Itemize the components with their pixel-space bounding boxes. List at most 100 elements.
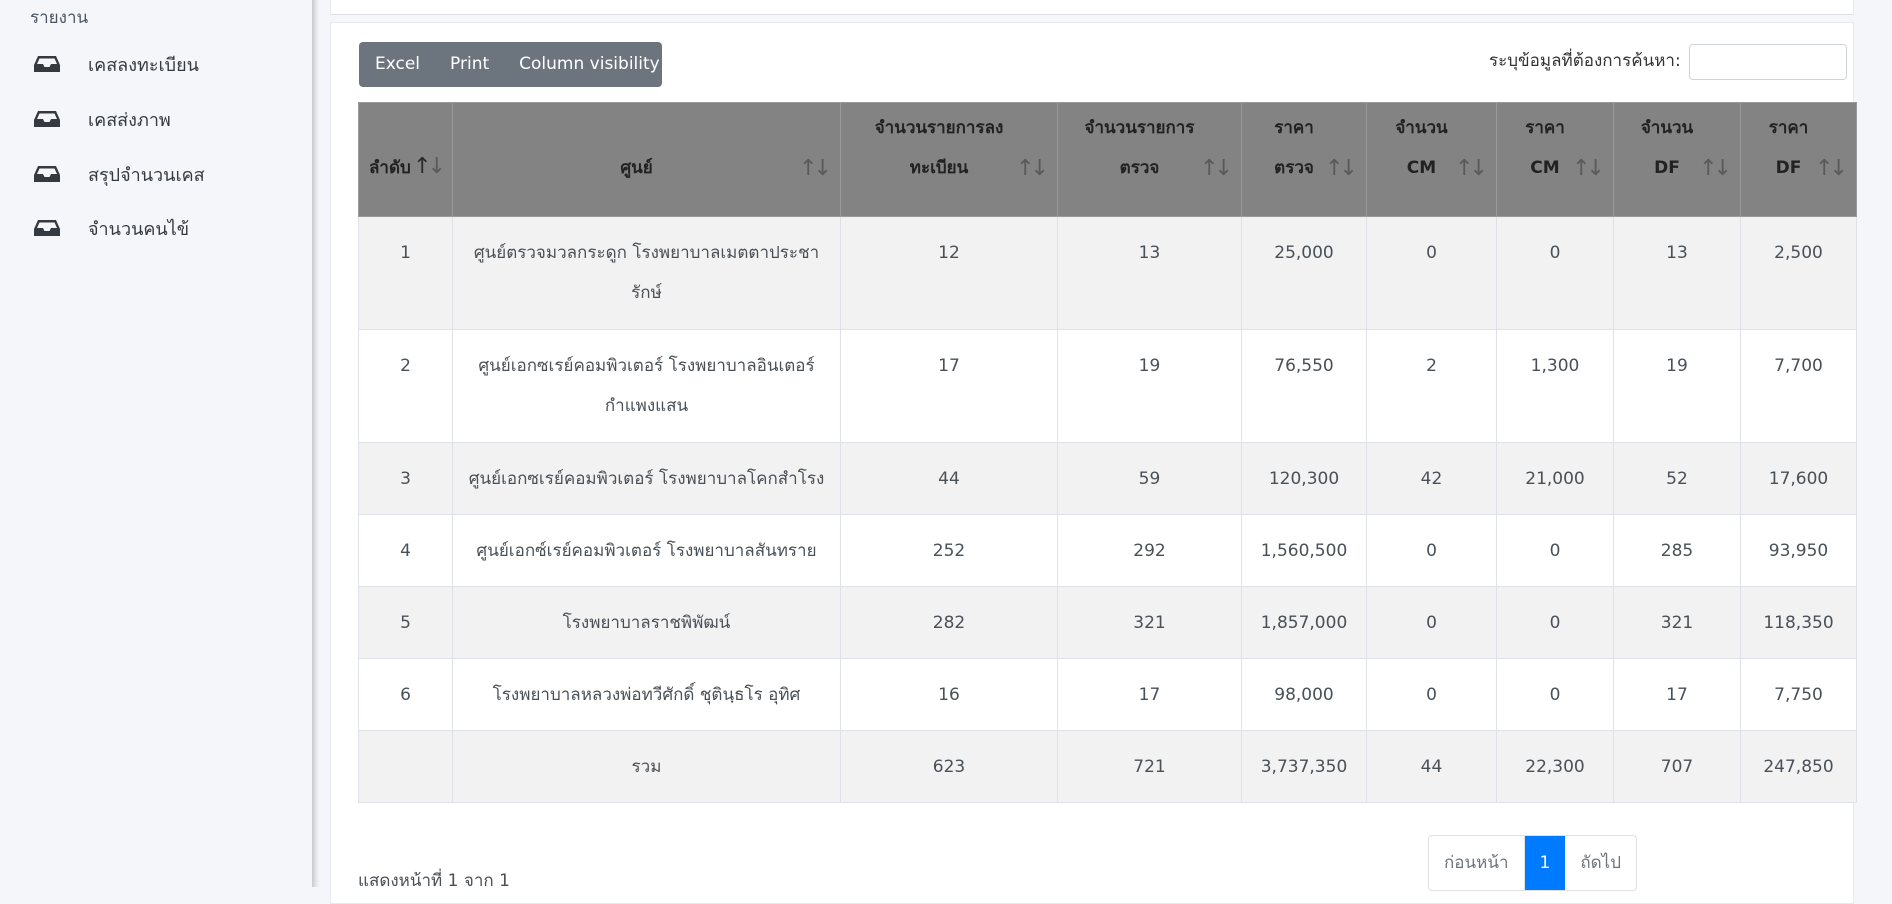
table-cell-col-df-count: 17 [1613,658,1741,731]
table-cell-col-df-price: 2,500 [1740,216,1857,330]
sidebar: รายงาน เคสลงทะเบียน เคสส่งภาพ สรุปจำนวนเ… [0,0,312,887]
table-cell-col-cm-count: 0 [1366,586,1497,659]
table-cell-col-registered-count: 623 [840,730,1058,803]
sort-icon: ↑↓ [799,156,832,181]
table-header-col-registered-count[interactable]: จำนวนรายการลงทะเบียน ↑↓ [840,102,1058,217]
sidebar-shadow [312,0,320,887]
report-card: Excel Print Column visibility ระบุข้อมูล… [330,22,1857,904]
table-header-col-center[interactable]: ศูนย์ ↑↓ [452,102,841,217]
excel-button[interactable]: Excel [359,42,435,87]
print-button[interactable]: Print [435,42,504,87]
table-header-label: ราคา [1274,118,1314,138]
table-cell-col-exam-price: 1,857,000 [1241,586,1367,659]
table-header-label: ราคา [1768,118,1809,138]
sort-icon: ↑↓ [413,154,446,179]
table-row: 5 โรงพยาบาลราชพิพัฒน์ 282 321 1,857,000 0 0 321… [358,586,1857,659]
table-header-col-index[interactable]: ลำดับ ↑↓ [358,102,453,217]
table-cell-col-exam-price: 1,560,500 [1241,514,1367,587]
table-header-row: ลำดับ ↑↓ ศูนย์ ↑↓ จำนวนรายการลง ทะเบียน ↑↓ จำนว… [358,102,1857,217]
table-row: 2 ศูนย์เอกซเรย์คอมพิวเตอร์ โรงพยาบาลอินเต… [358,329,1857,443]
table-header-col-df-count[interactable]: จำนวน DF ↑↓ [1613,102,1741,217]
table-cell-col-center: โรงพยาบาลราชพิพัฒน์ [452,586,841,659]
table-cell-col-cm-price: 0 [1496,514,1614,587]
next-page-button[interactable]: ถัดไป [1565,836,1636,890]
table-cell-col-center: ศูนย์เอกซเรย์คอมพิวเตอร์ โรงพยาบาลโคกสำโ… [452,442,841,515]
table-cell-col-index: 2 [358,329,453,443]
sidebar-item-patient-count[interactable]: จำนวนคนไข้ [0,203,312,253]
table-header-label: CM [1406,158,1437,178]
table-cell-col-df-price: 7,700 [1740,329,1857,443]
table-header-col-cm-count[interactable]: จำนวน CM ↑↓ [1366,102,1497,217]
table-cell-col-cm-price: 21,000 [1496,442,1614,515]
table-row: 4 ศูนย์เอกซ์เรย์คอมพิวเตอร์ โรงพยาบาลสันท… [358,514,1857,587]
table-cell-col-df-count: 52 [1613,442,1741,515]
table-row: 1 ศูนย์ตรวจมวลกระดูก โรงพยาบาลเมตตาประชา … [358,216,1857,330]
table-cell-col-cm-count: 42 [1366,442,1497,515]
table-cell-col-center: ศูนย์ตรวจมวลกระดูก โรงพยาบาลเมตตาประชา ร… [452,216,841,330]
table-cell-col-exam-price: 76,550 [1241,329,1367,443]
table-cell-col-index: 3 [358,442,453,515]
table-header-col-cm-price[interactable]: ราคา CM ↑↓ [1496,102,1614,217]
table-cell-col-df-price: 7,750 [1740,658,1857,731]
sidebar-item-image-cases[interactable]: เคสส่งภาพ [0,94,312,144]
table-cell-col-index: 1 [358,216,453,330]
sort-icon: ↑↓ [1572,156,1605,181]
sort-icon: ↑↓ [1016,156,1049,181]
previous-page-button[interactable]: ก่อนหน้า [1429,836,1525,890]
table-row: 6 โรงพยาบาลหลวงพ่อทวีศักดิ์ ชุตินฺธโร อุท… [358,658,1857,731]
table-cell-col-cm-price: 0 [1496,658,1614,731]
table-header-label: จำนวนรายการลง [874,118,1004,138]
sidebar-section-header: รายงาน [30,8,89,28]
table-header-label: ตรวจ [1274,158,1314,178]
table-cell-col-index: 5 [358,586,453,659]
table-header-col-exam-count[interactable]: จำนวนรายการ ตรวจ ↑↓ [1057,102,1242,217]
sidebar-item-label: เคสลงทะเบียน [88,54,199,76]
table-cell-col-cm-count: 44 [1366,730,1497,803]
table-cell-col-cm-price: 1,300 [1496,329,1614,443]
table-cell-col-exam-count: 292 [1057,514,1242,587]
table-cell-col-index: 4 [358,514,453,587]
table-cell-col-index: 6 [358,658,453,731]
table-cell-col-registered-count: 44 [840,442,1058,515]
search-label: ระบุข้อมูลที่ต้องการค้นหา: [1489,51,1681,71]
table-cell-col-exam-count: 721 [1057,730,1242,803]
table-cell-col-cm-price: 0 [1496,216,1614,330]
table-cell-col-df-count: 707 [1613,730,1741,803]
table-header-label: จำนวน [1640,118,1694,138]
table-cell-col-exam-price: 25,000 [1241,216,1367,330]
table-cell-col-registered-count: 12 [840,216,1058,330]
table-cell-col-exam-count: 59 [1057,442,1242,515]
column-visibility-button[interactable]: Column visibility [504,42,693,87]
table-cell-col-cm-count: 0 [1366,514,1497,587]
table-cell-col-center: รวม [452,730,841,803]
page-info: แสดงหน้าที่ 1 จาก 1 [358,871,510,891]
page-1-button[interactable]: 1 [1524,836,1566,890]
export-button-group: Excel Print Column visibility [359,42,678,87]
table-header-label: ราคา [1525,118,1565,138]
table-header-label: ทะเบียน [909,158,969,178]
table-cell-col-exam-price: 98,000 [1241,658,1367,731]
inbox-icon [34,220,60,236]
sidebar-item-label: สรุปจำนวนเคส [88,164,205,186]
sort-icon: ↑↓ [1325,156,1358,181]
sidebar-item-case-summary[interactable]: สรุปจำนวนเคส [0,149,312,199]
table-header-label: ศูนย์ [620,158,653,178]
table-cell-col-center: ศูนย์เอกซเรย์คอมพิวเตอร์ โรงพยาบาลอินเตอ… [452,329,841,443]
table-cell-col-df-price: 17,600 [1740,442,1857,515]
inbox-icon [34,111,60,127]
table-header-label: ตรวจ [1119,158,1160,178]
table-cell-col-cm-price: 22,300 [1496,730,1614,803]
table-header-label: DF [1654,158,1680,178]
table-header-label: จำนวนรายการ [1084,118,1195,138]
table-header-col-exam-price[interactable]: ราคาตรวจ ↑↓ [1241,102,1367,217]
top-card [330,0,1854,15]
table-cell-col-index [358,730,453,803]
table-cell-col-cm-count: 2 [1366,329,1497,443]
table-cell-col-df-count: 13 [1613,216,1741,330]
table-cell-col-df-price: 118,350 [1740,586,1857,659]
search-input[interactable] [1689,44,1847,80]
table-cell-col-center: โรงพยาบาลหลวงพ่อทวีศักดิ์ ชุตินฺธโร อุทิ… [452,658,841,731]
sidebar-item-registered-cases[interactable]: เคสลงทะเบียน [0,39,312,89]
table-header-col-df-price[interactable]: ราคา DF ↑↓ [1740,102,1857,217]
sidebar-item-label: จำนวนคนไข้ [88,218,190,240]
